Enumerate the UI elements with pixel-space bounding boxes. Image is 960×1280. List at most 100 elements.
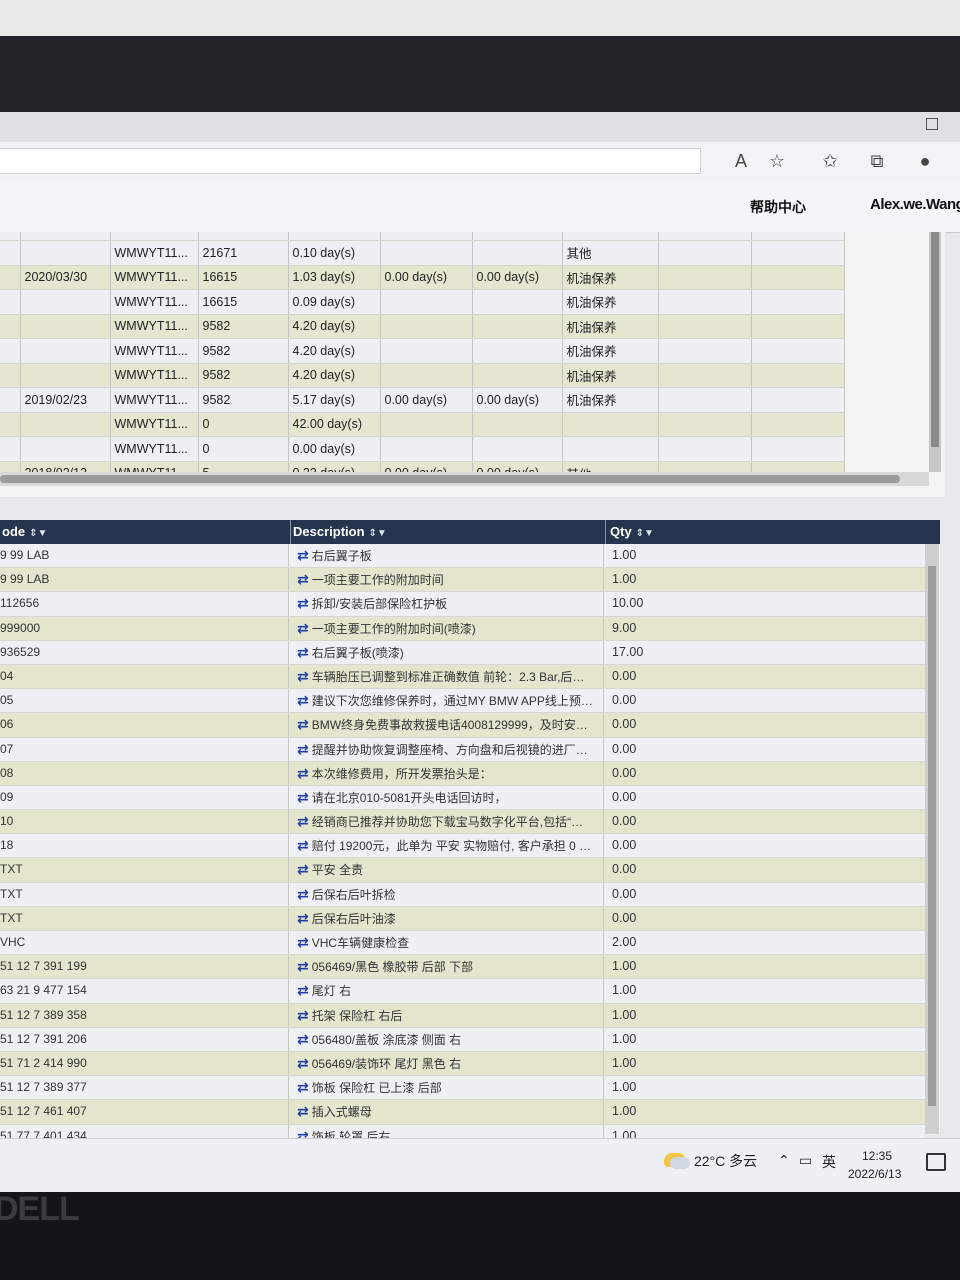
- favorite-add-icon[interactable]: ☆: [764, 148, 790, 174]
- swap-arrows-icon[interactable]: ⇄: [297, 641, 309, 664]
- weather-cloud-icon[interactable]: [664, 1153, 690, 1169]
- help-center-link[interactable]: 帮助中心: [750, 197, 806, 217]
- swap-arrows-icon[interactable]: ⇄: [297, 568, 309, 591]
- notification-icon[interactable]: [926, 1153, 946, 1171]
- history-row[interactable]: WMWYT11... 16615 0.09 day(s) 机油保养: [0, 289, 845, 315]
- swap-arrows-icon[interactable]: ⇄: [297, 1076, 309, 1099]
- swap-arrows-icon[interactable]: ⇄: [297, 955, 309, 978]
- profile-icon[interactable]: ●: [912, 148, 938, 174]
- job-line-row[interactable]: 51 12 7 391 199 ⇄ 056469/黑色 橡胶带 后部 下部 1.00: [0, 955, 925, 980]
- job-line-row[interactable]: TXT ⇄ 后保右后叶拆检 0.00: [0, 882, 925, 907]
- job-line-row[interactable]: TXT ⇄ 后保右后叶油漆 0.00: [0, 906, 925, 931]
- column-header-label: Qty: [610, 524, 632, 539]
- history-cell: 2019/02/23: [20, 387, 111, 413]
- read-aloud-icon[interactable]: A: [728, 148, 754, 174]
- job-line-description: ⇄ VHC车辆健康检查: [291, 931, 604, 955]
- restore-window-icon[interactable]: [926, 118, 938, 130]
- sort-filter-icon[interactable]: ⇕▼: [29, 528, 47, 539]
- sort-filter-icon[interactable]: ⇕▼: [369, 528, 387, 539]
- job-lines-header: ode ⇕▼ Description ⇕▼ Qty ⇕▼: [0, 520, 940, 544]
- history-row[interactable]: 2020/03/30 WMWYT11... 16615 1.03 day(s) 0.00…: [0, 265, 845, 290]
- collections-icon[interactable]: ⧉: [864, 148, 890, 174]
- swap-arrows-icon[interactable]: ⇄: [297, 617, 309, 640]
- tray-chevron-up-icon[interactable]: ⌃: [778, 1152, 790, 1169]
- job-line-description: ⇄ 托架 保险杠 右后: [291, 1003, 604, 1027]
- sort-filter-icon[interactable]: ⇕▼: [636, 528, 654, 539]
- screen: A ☆ ✩ ⧉ ● 帮助中心 Alex.we.Wang WMWYT11... 21…: [0, 112, 960, 1162]
- history-horizontal-scrollbar[interactable]: [0, 472, 929, 486]
- job-line-description: ⇄ 车辆胎压已调整到标准正确数值 前轮：2.3 Bar,后…: [291, 664, 604, 689]
- job-lines-vertical-scrollbar[interactable]: [925, 544, 939, 1134]
- swap-arrows-icon[interactable]: ⇄: [297, 665, 309, 688]
- job-line-description: ⇄ 056469/黑色 橡胶带 后部 下部: [291, 955, 604, 979]
- job-line-row[interactable]: 18 ⇄ 赔付 19200元，此单为 平安 实物赔付, 客户承担 0 … 0.00: [0, 834, 925, 859]
- history-row[interactable]: WMWYT11... 9582 4.20 day(s) 机油保养: [0, 338, 845, 364]
- job-line-row[interactable]: 936529 ⇄ 右后翼子板(喷漆) 17.00: [0, 640, 925, 665]
- user-name[interactable]: Alex.we.Wang: [870, 196, 960, 213]
- scrollbar-thumb[interactable]: [928, 566, 936, 1106]
- column-header-qty[interactable]: Qty ⇕▼: [608, 520, 940, 544]
- job-line-row[interactable]: 9 99 LAB ⇄ 右后翼子板 1.00: [0, 544, 925, 569]
- job-line-description: ⇄ 插入式螺母: [291, 1100, 604, 1124]
- job-line-row[interactable]: 09 ⇄ 请在北京010-5081开头电话回访时， 0.00: [0, 785, 925, 811]
- swap-arrows-icon[interactable]: ⇄: [297, 834, 309, 857]
- job-line-row[interactable]: 07 ⇄ 提醒并协助恢复调整座椅、方向盘和后视镜的进厂… 0.00: [0, 737, 925, 762]
- swap-arrows-icon[interactable]: ⇄: [297, 1052, 309, 1075]
- swap-arrows-icon[interactable]: ⇄: [297, 979, 309, 1002]
- job-line-row[interactable]: 06 ⇄ BMW终身免费事故救援电话4008129999，及时安… 0.00: [0, 713, 925, 738]
- history-row[interactable]: WMWYT11... 21671 0.10 day(s) 其他: [0, 240, 845, 266]
- input-method-indicator[interactable]: 英: [822, 1152, 836, 1172]
- job-line-row[interactable]: 05 ⇄ 建议下次您维修保养时，通过MY BMW APP线上预… 0.00: [0, 689, 925, 714]
- job-line-row[interactable]: 51 12 7 389 358 ⇄ 托架 保险杠 右后 1.00: [0, 1003, 925, 1028]
- swap-arrows-icon[interactable]: ⇄: [297, 931, 309, 954]
- job-line-row[interactable]: 08 ⇄ 本次维修费用，所开发票抬头是： 0.00: [0, 761, 925, 786]
- swap-arrows-icon[interactable]: ⇄: [297, 713, 309, 736]
- job-line-row[interactable]: 10 ⇄ 经销商已推荐并协助您下载宝马数字化平台,包括“… 0.00: [0, 810, 925, 835]
- swap-arrows-icon[interactable]: ⇄: [297, 544, 309, 567]
- swap-arrows-icon[interactable]: ⇄: [297, 858, 309, 881]
- job-line-row[interactable]: 63 21 9 477 154 ⇄ 尾灯 右 1.00: [0, 979, 925, 1004]
- job-line-row[interactable]: 51 12 7 391 206 ⇄ 056480/盖板 涂底漆 侧面 右 1.00: [0, 1027, 925, 1052]
- job-line-row[interactable]: 51 12 7 389 377 ⇄ 饰板 保险杠 已上漆 后部 1.00: [0, 1076, 925, 1101]
- job-line-row[interactable]: 9 99 LAB ⇄ 一项主要工作的附加时间 1.00: [0, 568, 925, 593]
- swap-arrows-icon[interactable]: ⇄: [297, 1004, 309, 1027]
- swap-arrows-icon[interactable]: ⇄: [297, 1028, 309, 1051]
- swap-arrows-icon[interactable]: ⇄: [297, 883, 309, 906]
- swap-arrows-icon[interactable]: ⇄: [297, 907, 309, 930]
- job-line-row[interactable]: VHC ⇄ VHC车辆健康检查 2.00: [0, 931, 925, 956]
- history-cell: [20, 314, 111, 339]
- job-line-row[interactable]: TXT ⇄ 平安 全责 0.00: [0, 858, 925, 883]
- weather-text[interactable]: 22°C 多云: [694, 1151, 757, 1171]
- job-line-row[interactable]: 51 12 7 461 407 ⇄ 插入式螺母 1.00: [0, 1100, 925, 1125]
- clock-date[interactable]: 2022/6/13: [848, 1167, 901, 1181]
- address-bar[interactable]: [0, 148, 701, 174]
- job-line-code: 51 71 2 414 990: [0, 1051, 289, 1076]
- scrollbar-thumb[interactable]: [931, 232, 939, 447]
- job-line-row[interactable]: 51 71 2 414 990 ⇄ 056469/装饰环 尾灯 黑色 右 1.00: [0, 1051, 925, 1077]
- swap-arrows-icon[interactable]: ⇄: [297, 810, 309, 833]
- swap-arrows-icon[interactable]: ⇄: [297, 762, 309, 785]
- history-cell: 1.03 day(s): [288, 265, 381, 290]
- swap-arrows-icon[interactable]: ⇄: [297, 1100, 309, 1123]
- browser-toolbar: A ☆ ✩ ⧉ ●: [0, 142, 960, 181]
- swap-arrows-icon[interactable]: ⇄: [297, 786, 309, 809]
- favorites-icon[interactable]: ✩: [817, 148, 843, 174]
- history-row[interactable]: WMWYT11... 9582 4.20 day(s) 机油保养: [0, 363, 845, 388]
- swap-arrows-icon[interactable]: ⇄: [297, 738, 309, 761]
- clock-time[interactable]: 12:35: [862, 1149, 892, 1163]
- job-line-row[interactable]: 112656 ⇄ 拆卸/安装后部保险杠护板 10.00: [0, 592, 925, 617]
- swap-arrows-icon[interactable]: ⇄: [297, 592, 309, 615]
- swap-arrows-icon[interactable]: ⇄: [297, 689, 309, 712]
- network-icon[interactable]: ▭: [799, 1152, 812, 1169]
- history-row[interactable]: WMWYT11... 0 42.00 day(s): [0, 412, 845, 437]
- history-cell: [658, 387, 752, 413]
- job-line-row[interactable]: 999000 ⇄ 一项主要工作的附加时间(喷漆) 9.00: [0, 616, 925, 641]
- job-line-row[interactable]: 04 ⇄ 车辆胎压已调整到标准正确数值 前轮：2.3 Bar,后… 0.00: [0, 664, 925, 690]
- history-row[interactable]: WMWYT11... 0 0.00 day(s): [0, 436, 845, 462]
- history-vertical-scrollbar[interactable]: [929, 232, 941, 472]
- scrollbar-thumb[interactable]: [0, 475, 900, 483]
- history-row[interactable]: WMWYT11... 9582 4.20 day(s) 机油保养: [0, 314, 845, 339]
- column-header-description[interactable]: Description ⇕▼: [291, 520, 606, 544]
- history-row[interactable]: 2019/02/23 WMWYT11... 9582 5.17 day(s) 0.00 …: [0, 387, 845, 413]
- column-header-code[interactable]: ode ⇕▼: [0, 520, 291, 544]
